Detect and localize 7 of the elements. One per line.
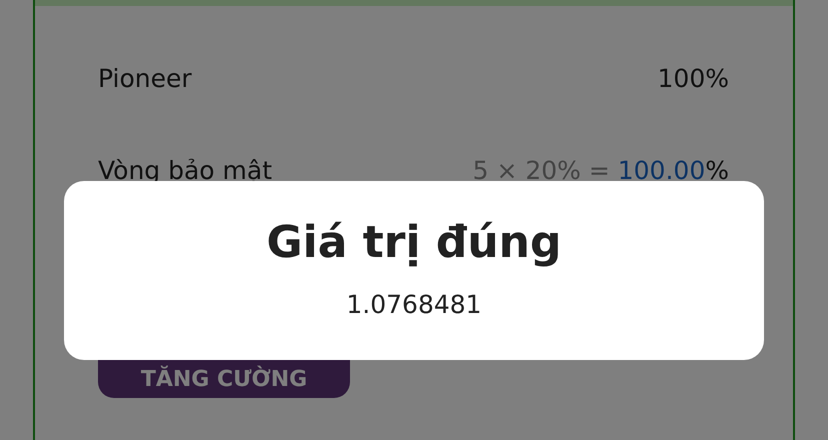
row-value: 100%	[658, 64, 729, 93]
dialog-value: 1.0768481	[346, 290, 482, 319]
result-value: 100.00	[618, 156, 706, 185]
unit-text: %	[705, 156, 729, 185]
dialog-title: Giá trị đúng	[266, 217, 562, 268]
row-label: Pioneer	[98, 64, 192, 93]
formula-text: 5 × 20% =	[472, 156, 611, 185]
